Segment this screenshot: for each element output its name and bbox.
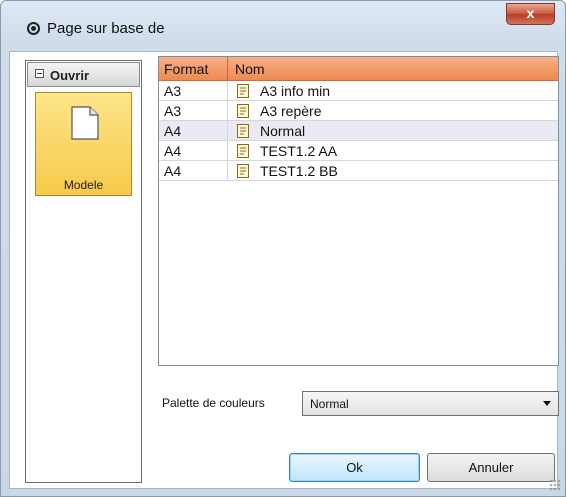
dropdown-arrow-icon[interactable] — [543, 401, 551, 406]
page-icon — [237, 144, 249, 158]
ouvrir-section-header[interactable]: Ouvrir — [27, 62, 140, 87]
page-icon — [237, 124, 249, 138]
document-icon — [71, 106, 99, 140]
column-divider — [227, 141, 228, 161]
column-header-format[interactable]: Format — [164, 61, 208, 77]
column-header-nom[interactable]: Nom — [235, 61, 265, 77]
row-format: A4 — [164, 163, 182, 179]
row-name: Normal — [260, 123, 306, 139]
page-icon — [237, 164, 249, 178]
row-format: A4 — [164, 143, 182, 159]
ok-button[interactable]: Ok — [289, 453, 420, 482]
page-icon — [237, 104, 249, 118]
window-title: Page sur base de — [47, 20, 165, 37]
row-name: A3 repère — [260, 103, 322, 119]
column-divider — [227, 121, 228, 141]
source-panel: Ouvrir Modele — [25, 60, 142, 483]
row-name: A3 info min — [260, 83, 331, 99]
row-format: A3 — [164, 83, 182, 99]
palette-label: Palette de couleurs — [162, 396, 265, 410]
row-name: TEST1.2 BB — [260, 163, 338, 179]
column-divider — [227, 101, 228, 121]
column-divider — [227, 161, 228, 181]
close-button[interactable]: x — [506, 3, 555, 25]
palette-value: Normal — [310, 397, 349, 411]
column-divider — [227, 81, 228, 101]
list-header: Format Nom — [159, 57, 558, 81]
list-row[interactable]: A4 TEST1.2 BB — [159, 161, 558, 181]
title-bar[interactable]: Page sur base de x — [1, 1, 565, 41]
modele-label: Modele — [63, 178, 104, 192]
page-icon — [237, 84, 249, 98]
template-list[interactable]: Format Nom A3 A3 info min A3 A3 repère A… — [158, 56, 559, 366]
list-row[interactable]: A4 TEST1.2 AA — [159, 141, 558, 161]
row-format: A4 — [164, 123, 182, 139]
column-divider[interactable] — [227, 57, 228, 80]
row-name: TEST1.2 AA — [260, 143, 338, 159]
cancel-button[interactable]: Annuler — [427, 453, 555, 482]
app-icon — [27, 22, 40, 35]
resize-grip-icon[interactable] — [549, 479, 561, 491]
list-row[interactable]: A3 A3 info min — [159, 81, 558, 101]
ouvrir-label: Ouvrir — [50, 68, 90, 83]
row-format: A3 — [164, 103, 182, 119]
list-row[interactable]: A3 A3 repère — [159, 101, 558, 121]
modele-tile[interactable]: Modele — [35, 92, 132, 196]
collapse-icon[interactable] — [35, 69, 44, 78]
list-row-selected[interactable]: A4 Normal — [159, 121, 558, 141]
palette-dropdown[interactable]: Normal — [302, 391, 559, 416]
